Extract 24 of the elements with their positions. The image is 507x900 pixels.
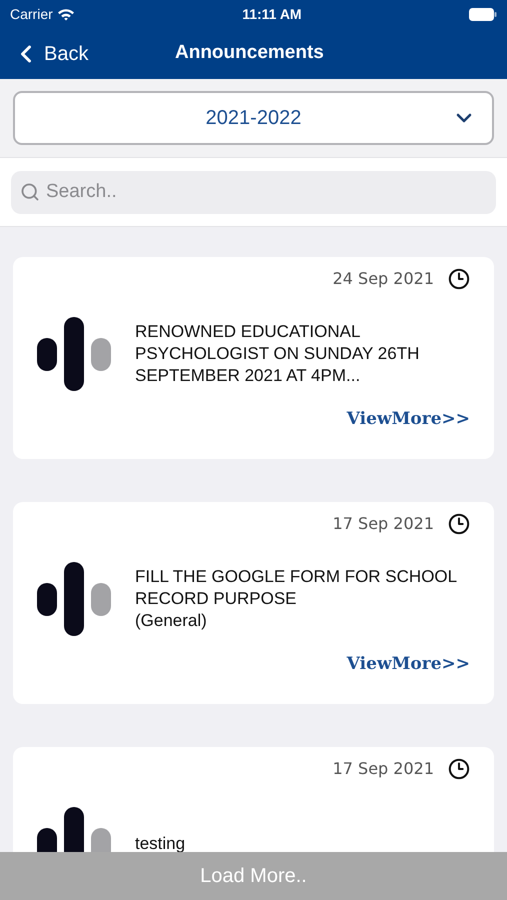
announcement-date: 24 Sep 2021	[332, 268, 434, 290]
announcement-card[interactable]: 24 Sep 2021 RENOWNED EDUCATIONAL PSYCHOLOGIST ON SUNDAY 26TH SEPTEMBER 2021 AT 4PM... ViewMore>>	[13, 257, 494, 459]
back-button[interactable]: Back	[12, 38, 88, 68]
bars-logo-icon	[37, 317, 111, 391]
search-field[interactable]: Search..	[11, 170, 496, 214]
clock-icon	[448, 758, 470, 780]
announcement-title: RENOWNED EDUCATIONAL PSYCHOLOGIST ON SUNDAY 26TH SEPTEMBER 2021 AT 4PM...	[135, 321, 420, 387]
clock-icon	[448, 268, 470, 290]
clock-icon	[448, 513, 470, 535]
clock-time: 11:11 AM	[242, 4, 302, 24]
announcement-date: 17 Sep 2021	[332, 513, 434, 535]
announcement-date: 17 Sep 2021	[332, 758, 434, 780]
year-dropdown[interactable]: 2021-2022	[13, 91, 494, 145]
wifi-icon	[56, 8, 75, 20]
announcement-title: FILL THE GOOGLE FORM FOR SCHOOL RECORD PURPOSE	[135, 566, 458, 610]
carrier-label: Carrier	[10, 4, 53, 24]
view-more-link[interactable]: ViewMore>>	[346, 407, 470, 432]
search-icon	[20, 182, 40, 202]
battery-icon	[469, 8, 497, 20]
page-title: Announcements	[175, 41, 324, 66]
announcement-card[interactable]: 17 Sep 2021 FILL THE GOOGLE FORM FOR SCHOOL RECORD PURPOSE (General) ViewMore>>	[13, 502, 494, 704]
announcement-category: (General)	[135, 610, 208, 632]
bars-logo-icon	[37, 562, 111, 636]
view-more-link[interactable]: ViewMore>>	[346, 652, 470, 678]
